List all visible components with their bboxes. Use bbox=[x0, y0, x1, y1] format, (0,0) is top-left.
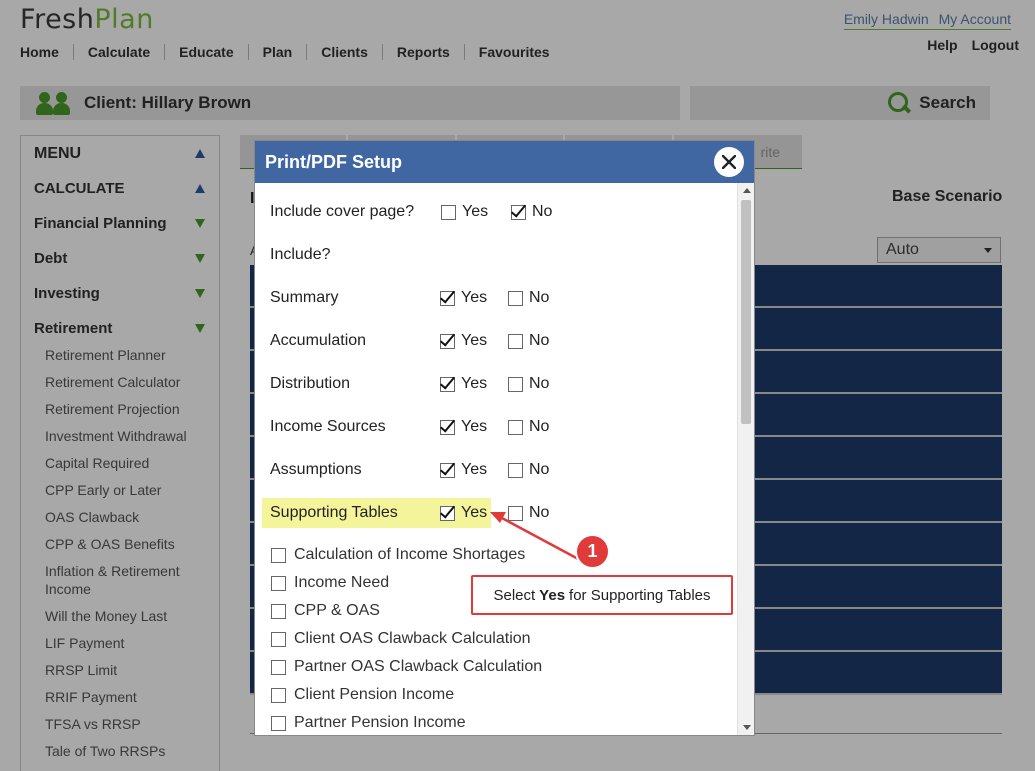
table-option-label: Income Need bbox=[294, 574, 390, 591]
option-cover-page: Include cover page? Yes No bbox=[262, 197, 732, 227]
table-option-client-oas-clawback[interactable]: Client OAS Clawback Calculation bbox=[271, 628, 531, 650]
option-distribution: Distribution Yes No bbox=[262, 369, 732, 399]
include-heading: Include? bbox=[270, 246, 331, 263]
yes-label: Yes bbox=[461, 289, 488, 306]
checkbox[interactable] bbox=[508, 419, 523, 435]
summary-yes[interactable]: Yes bbox=[440, 289, 487, 307]
checkbox[interactable] bbox=[271, 603, 286, 619]
callout-text-before: Select bbox=[493, 586, 536, 604]
option-label: Summary bbox=[270, 289, 339, 306]
yes-label: Yes bbox=[461, 461, 488, 478]
yes-label: Yes bbox=[462, 203, 489, 220]
checkbox[interactable] bbox=[508, 290, 523, 306]
option-accumulation: Accumulation Yes No bbox=[262, 326, 732, 356]
option-label: Income Sources bbox=[270, 418, 386, 435]
option-income-sources: Income Sources Yes No bbox=[262, 412, 732, 442]
checkbox[interactable] bbox=[271, 575, 286, 591]
checkbox[interactable] bbox=[511, 204, 526, 220]
dialog-title: Print/PDF Setup bbox=[265, 151, 403, 172]
table-option-label: Calculation of Income Shortages bbox=[294, 546, 526, 563]
no-label: No bbox=[529, 332, 550, 349]
scrollbar-thumb[interactable] bbox=[741, 200, 751, 424]
no-label: No bbox=[529, 375, 550, 392]
no-label: No bbox=[529, 461, 550, 478]
callout-text-after: for Supporting Tables bbox=[569, 586, 711, 604]
no-label: No bbox=[529, 418, 550, 435]
checkbox[interactable] bbox=[271, 687, 286, 703]
callout-note: Select Yes for Supporting Tables bbox=[471, 575, 733, 615]
scroll-up-icon[interactable] bbox=[743, 188, 751, 193]
table-option-income-need[interactable]: Income Need bbox=[271, 572, 389, 594]
income-sources-yes[interactable]: Yes bbox=[440, 418, 487, 436]
yes-label: Yes bbox=[461, 504, 488, 521]
option-label: Supporting Tables bbox=[270, 504, 398, 521]
checkbox[interactable] bbox=[271, 631, 286, 647]
summary-no[interactable]: No bbox=[508, 289, 549, 307]
table-option-label: Partner OAS Clawback Calculation bbox=[294, 658, 543, 675]
option-supporting-tables: Supporting Tables Yes No bbox=[262, 498, 732, 528]
table-option-income-shortages[interactable]: Calculation of Income Shortages bbox=[271, 544, 525, 566]
checkbox[interactable] bbox=[271, 547, 286, 563]
dialog-body: Include cover page? Yes No Include? Summ… bbox=[255, 183, 737, 735]
checkbox[interactable] bbox=[271, 659, 286, 675]
cover-page-no[interactable]: No bbox=[511, 203, 552, 221]
scroll-down-icon[interactable] bbox=[743, 725, 751, 730]
no-label: No bbox=[529, 504, 550, 521]
checkbox[interactable] bbox=[508, 333, 523, 349]
yes-label: Yes bbox=[461, 418, 488, 435]
table-option-label: Client Pension Income bbox=[294, 686, 455, 703]
close-button[interactable] bbox=[714, 147, 744, 177]
print-pdf-setup-dialog: Print/PDF Setup Include cover page? Yes … bbox=[255, 141, 754, 735]
checkbox[interactable] bbox=[440, 462, 455, 478]
yes-label: Yes bbox=[461, 332, 488, 349]
accumulation-no[interactable]: No bbox=[508, 332, 549, 350]
table-option-partner-pension[interactable]: Partner Pension Income bbox=[271, 712, 466, 734]
callout-step-badge: 1 bbox=[577, 536, 608, 567]
checkbox[interactable] bbox=[440, 419, 455, 435]
option-label: Accumulation bbox=[270, 332, 367, 349]
checkbox[interactable] bbox=[508, 376, 523, 392]
supporting-tables-no[interactable]: No bbox=[508, 504, 549, 522]
table-option-client-pension[interactable]: Client Pension Income bbox=[271, 684, 454, 706]
option-label: Include cover page? bbox=[270, 203, 415, 220]
option-assumptions: Assumptions Yes No bbox=[262, 455, 732, 485]
distribution-no[interactable]: No bbox=[508, 375, 549, 393]
callout-text-bold: Yes bbox=[539, 586, 566, 604]
checkbox[interactable] bbox=[440, 505, 455, 521]
checkbox[interactable] bbox=[440, 333, 455, 349]
checkbox[interactable] bbox=[440, 290, 455, 306]
checkbox[interactable] bbox=[508, 505, 523, 521]
dialog-scrollbar[interactable] bbox=[737, 183, 754, 735]
distribution-yes[interactable]: Yes bbox=[440, 375, 487, 393]
no-label: No bbox=[532, 203, 553, 220]
dialog-header: Print/PDF Setup bbox=[255, 141, 754, 183]
table-option-partner-oas-clawback[interactable]: Partner OAS Clawback Calculation bbox=[271, 656, 542, 678]
table-option-label: Client OAS Clawback Calculation bbox=[294, 630, 531, 647]
checkbox[interactable] bbox=[508, 462, 523, 478]
no-label: No bbox=[529, 289, 550, 306]
table-option-cpp-oas[interactable]: CPP & OAS bbox=[271, 600, 380, 622]
supporting-tables-yes[interactable]: Yes bbox=[440, 504, 487, 522]
option-label: Distribution bbox=[270, 375, 351, 392]
checkbox[interactable] bbox=[271, 715, 286, 731]
checkbox[interactable] bbox=[441, 204, 456, 220]
income-sources-no[interactable]: No bbox=[508, 418, 549, 436]
option-label: Assumptions bbox=[270, 461, 362, 478]
assumptions-no[interactable]: No bbox=[508, 461, 549, 479]
close-icon bbox=[722, 155, 736, 169]
checkbox[interactable] bbox=[440, 376, 455, 392]
option-summary: Summary Yes No bbox=[262, 283, 732, 313]
assumptions-yes[interactable]: Yes bbox=[440, 461, 487, 479]
accumulation-yes[interactable]: Yes bbox=[440, 332, 487, 350]
yes-label: Yes bbox=[461, 375, 488, 392]
table-option-label: CPP & OAS bbox=[294, 602, 380, 619]
table-option-label: Partner Pension Income bbox=[294, 714, 466, 731]
cover-page-yes[interactable]: Yes bbox=[441, 203, 488, 221]
